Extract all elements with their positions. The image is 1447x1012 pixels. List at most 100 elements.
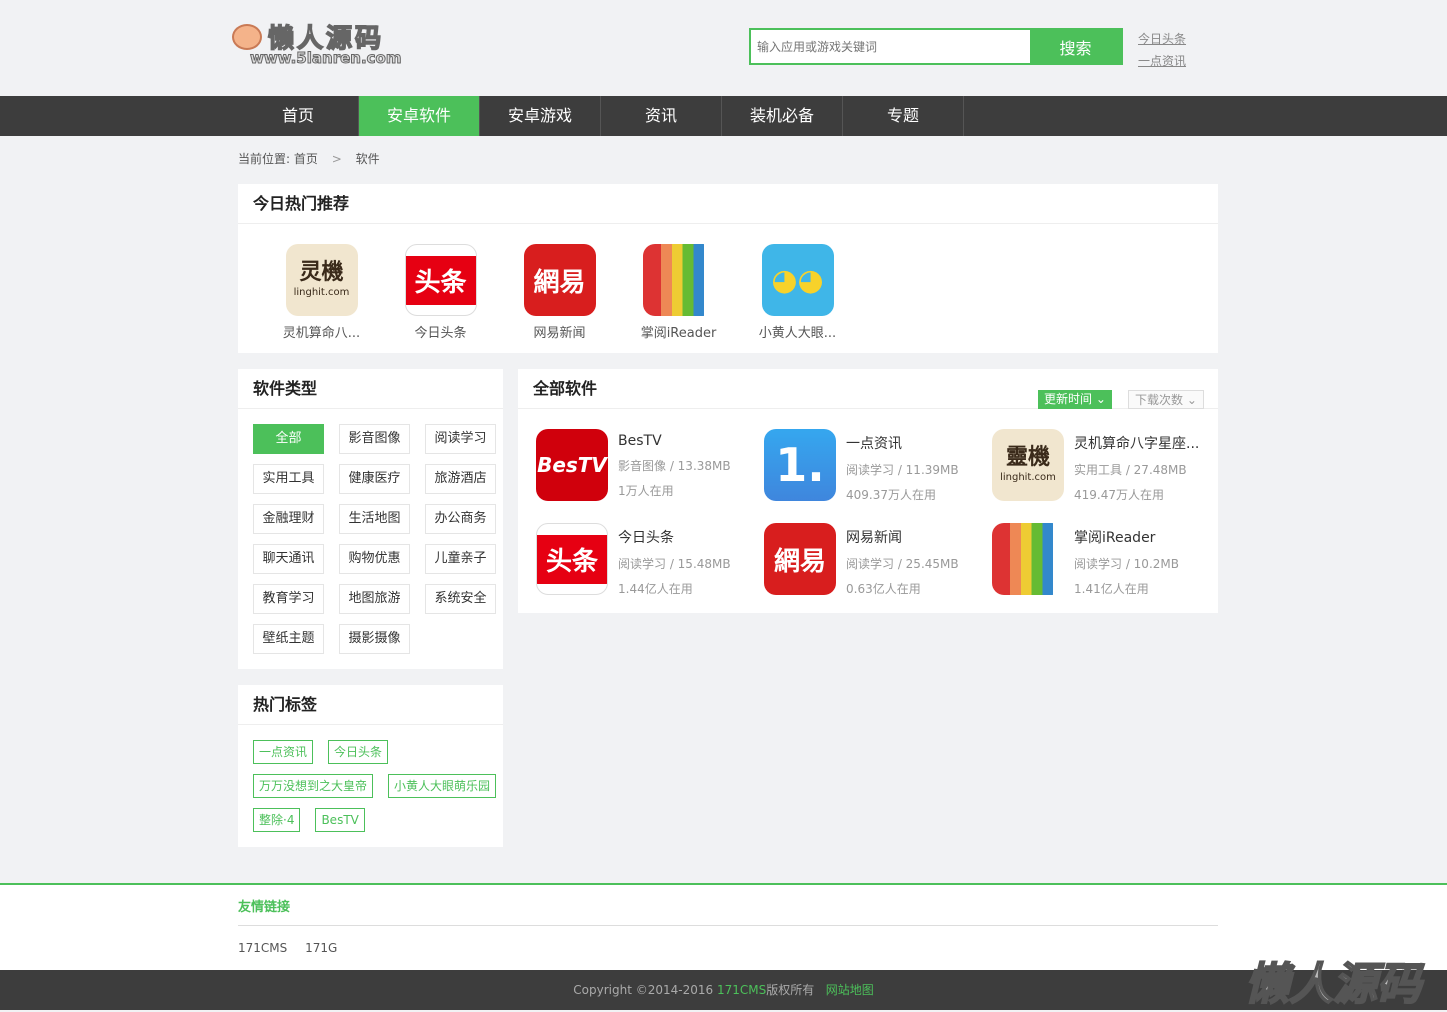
app-meta: 阅读学习 / 10.2MB: [1074, 555, 1202, 572]
top-links: 今日头条 一点资讯: [1138, 28, 1186, 72]
category-item[interactable]: 购物优惠: [339, 544, 410, 574]
hot-item[interactable]: 头条今日头条: [381, 244, 500, 341]
hot-item-name: 今日头条: [381, 322, 500, 341]
app-name: 一点资讯: [846, 433, 974, 453]
category-item[interactable]: 办公商务: [425, 504, 496, 534]
netease-app-icon: 網易: [764, 523, 836, 595]
app-users: 1万人在用: [618, 482, 746, 499]
category-item[interactable]: 地图旅游: [339, 584, 410, 614]
friend-links-section: [0, 883, 1447, 970]
search-button[interactable]: 搜索: [1030, 30, 1121, 63]
nav-topics[interactable]: 专题: [843, 96, 964, 136]
category-item[interactable]: 聊天通讯: [253, 544, 324, 574]
app-meta: 阅读学习 / 25.45MB: [846, 555, 974, 572]
search-input[interactable]: [751, 30, 1030, 63]
minion-app-icon: ◕◕: [762, 244, 834, 316]
category-item[interactable]: 教育学习: [253, 584, 324, 614]
hot-item[interactable]: 網易网易新闻: [500, 244, 619, 341]
app-name: BesTV: [618, 433, 746, 449]
nav-android-games[interactable]: 安卓游戏: [480, 96, 601, 136]
app-name: 灵机算命八字星座...: [1074, 433, 1202, 453]
logo[interactable]: 懒人源码 www.5lanren.com: [232, 18, 407, 68]
tag-item[interactable]: 万万没想到之大皇帝: [253, 774, 373, 798]
app-name: 网易新闻: [846, 527, 974, 547]
tag-item[interactable]: 整除·4: [253, 808, 300, 832]
category-item[interactable]: 全部: [253, 424, 324, 454]
app-item[interactable]: 头条今日头条阅读学习 / 15.48MB 1.44亿人在用: [536, 523, 764, 597]
category-item[interactable]: 旅游酒店: [425, 464, 496, 494]
app-meta: 阅读学习 / 15.48MB: [618, 555, 746, 572]
sort-by-downloads[interactable]: 下载次数 ⌄: [1128, 390, 1204, 409]
sitemap-link[interactable]: 网站地图: [826, 983, 874, 997]
category-item[interactable]: 健康医疗: [339, 464, 410, 494]
category-item[interactable]: 生活地图: [339, 504, 410, 534]
app-item[interactable]: 靈機linghit.com灵机算命八字星座...实用工具 / 27.48MB41…: [992, 429, 1220, 503]
sort-by-update-time[interactable]: 更新时间 ⌄: [1038, 390, 1112, 409]
netease-app-icon: 網易: [524, 244, 596, 316]
category-panel: 软件类型 全部影音图像阅读学习实用工具健康医疗旅游酒店金融理财生活地图办公商务聊…: [238, 369, 503, 669]
all-title: 全部软件: [518, 369, 1218, 409]
hot-item[interactable]: ◕◕ 小黄人大眼...: [738, 244, 857, 341]
nav-home[interactable]: 首页: [238, 96, 359, 136]
watermark: 懒人源码: [1245, 948, 1421, 1012]
friend-link[interactable]: 171G: [305, 941, 337, 955]
category-item[interactable]: 阅读学习: [425, 424, 496, 454]
yidian-app-icon: 1.: [764, 429, 836, 501]
linghit-app-icon: 灵機linghit.com: [286, 244, 358, 316]
app-item[interactable]: 網易网易新闻阅读学习 / 25.45MB 0.63亿人在用: [764, 523, 992, 597]
tag-item[interactable]: 今日头条: [328, 740, 388, 764]
copyright: Copyright ©2014-2016: [573, 983, 717, 997]
footer-brand[interactable]: 171CMS: [717, 983, 766, 997]
friend-links: 171CMS 171G: [238, 941, 351, 955]
hot-item[interactable]: 掌阅iReader: [619, 244, 738, 341]
app-users: 1.41亿人在用: [1074, 580, 1202, 597]
toutiao-app-icon: 头条: [536, 523, 608, 595]
breadcrumb-label: 当前位置:: [238, 152, 290, 166]
hot-item-name: 掌阅iReader: [619, 322, 738, 341]
friend-link[interactable]: 171CMS: [238, 941, 287, 955]
category-item[interactable]: 系统安全: [425, 584, 496, 614]
hot-title: 今日热门推荐: [238, 184, 1218, 224]
nav-android-software[interactable]: 安卓软件: [359, 96, 480, 136]
app-name: 今日头条: [618, 527, 746, 547]
hot-item[interactable]: 灵機linghit.com 灵机算命八...: [262, 244, 381, 341]
nav-news[interactable]: 资讯: [601, 96, 722, 136]
search-bar: 搜索: [749, 28, 1123, 65]
app-users: 0.63亿人在用: [846, 580, 974, 597]
app-users: 419.47万人在用: [1074, 486, 1202, 503]
breadcrumb: 当前位置: 首页 > 软件: [238, 150, 380, 167]
logo-url: www.5lanren.com: [250, 49, 401, 67]
category-item[interactable]: 实用工具: [253, 464, 324, 494]
toutiao-app-icon: 头条: [405, 244, 477, 316]
tag-item[interactable]: 一点资讯: [253, 740, 313, 764]
tag-item[interactable]: 小黄人大眼萌乐园: [388, 774, 496, 798]
category-item[interactable]: 影音图像: [339, 424, 410, 454]
app-item[interactable]: 掌阅iReader 阅读学习 / 10.2MB 1.41亿人在用: [992, 523, 1220, 597]
category-item[interactable]: 摄影摄像: [339, 624, 410, 654]
top-link-yidian[interactable]: 一点资讯: [1138, 50, 1186, 72]
category-item[interactable]: 金融理财: [253, 504, 324, 534]
app-item[interactable]: 1.一点资讯阅读学习 / 11.39MB409.37万人在用: [764, 429, 992, 503]
tag-item[interactable]: BesTV: [315, 808, 364, 832]
hot-item-name: 小黄人大眼...: [738, 322, 857, 341]
hot-item-name: 灵机算命八...: [262, 322, 381, 341]
category-item[interactable]: 壁纸主题: [253, 624, 324, 654]
main-nav: 首页 安卓软件 安卓游戏 资讯 装机必备 专题: [0, 96, 1447, 136]
nav-essentials[interactable]: 装机必备: [722, 96, 843, 136]
footer: Copyright ©2014-2016 171CMS版权所有 网站地图: [0, 970, 1447, 1010]
hot-recommend-panel: 今日热门推荐 灵機linghit.com 灵机算命八... 头条今日头条 網易网易…: [238, 184, 1218, 353]
friend-links-title: 友情链接: [238, 896, 290, 915]
app-name: 掌阅iReader: [1074, 527, 1202, 547]
breadcrumb-home[interactable]: 首页: [294, 152, 318, 166]
bestv-app-icon: BesTV: [536, 429, 608, 501]
category-item[interactable]: 儿童亲子: [425, 544, 496, 574]
app-meta: 实用工具 / 27.48MB: [1074, 461, 1202, 478]
app-users: 1.44亿人在用: [618, 580, 746, 597]
hot-tags-panel: 热门标签 一点资讯今日头条万万没想到之大皇帝小黄人大眼萌乐园整除·4BesTV: [238, 685, 503, 847]
app-item[interactable]: BesTVBesTV影音图像 / 13.38MB1万人在用: [536, 429, 764, 503]
app-meta: 阅读学习 / 11.39MB: [846, 461, 974, 478]
all-software-panel: 全部软件 更新时间 ⌄ 下载次数 ⌄ BesTVBesTV影音图像 / 13.3…: [518, 369, 1218, 613]
ireader-app-icon: [643, 244, 715, 316]
top-link-toutiao[interactable]: 今日头条: [1138, 28, 1186, 50]
pig-logo-icon: [232, 24, 262, 50]
